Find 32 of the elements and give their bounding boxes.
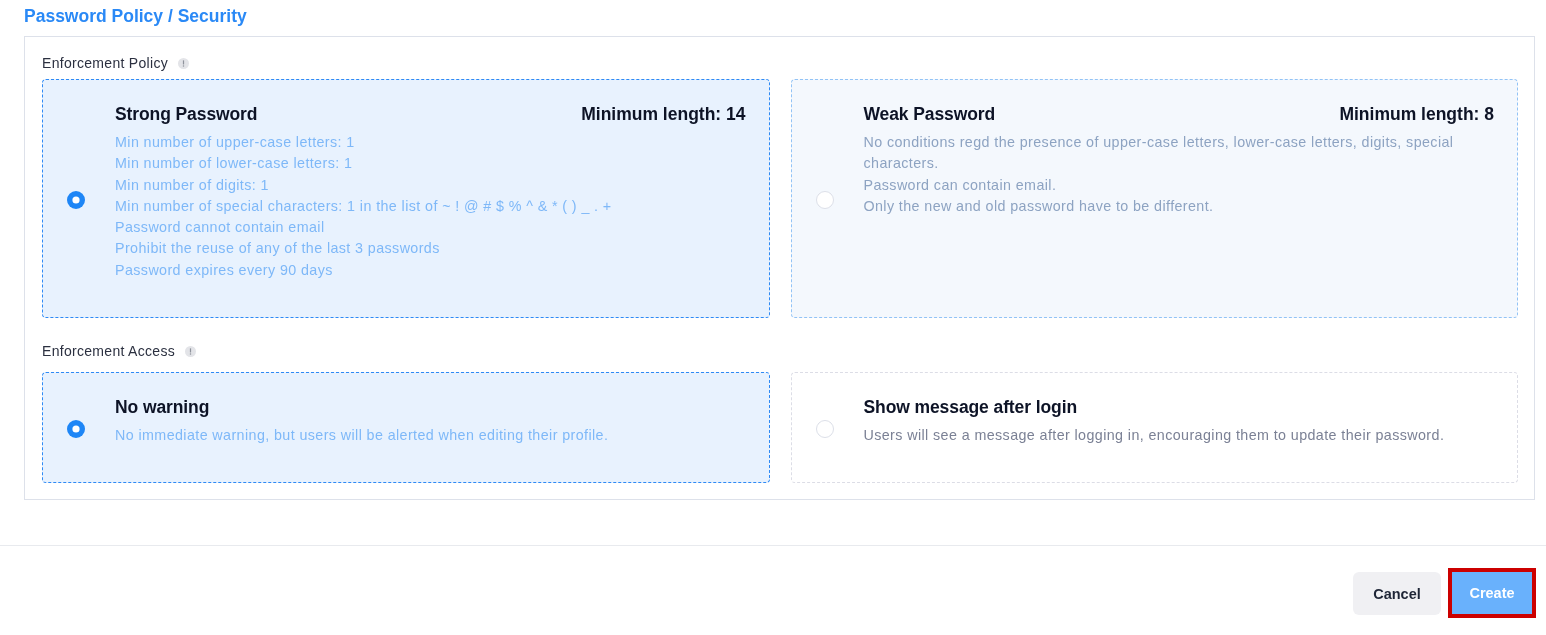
minimum-length-label: Minimum length: 8 [1339, 103, 1494, 125]
info-icon [178, 57, 189, 69]
radio-button[interactable] [67, 190, 85, 209]
requirement-text: Min number of upper-case letters: 1 [115, 133, 356, 152]
requirement-text: Users will see a message after logging in, encouraging them to update their password. [863, 426, 1446, 446]
section-label: Enforcement Policy [42, 55, 168, 71]
requirement-text: Only the new and old password have to be different. [863, 196, 1215, 216]
info-icon [185, 345, 196, 357]
option-card[interactable] [790, 79, 1518, 319]
requirement-text: Password can contain email. [863, 175, 1058, 195]
option-title: Show message after login [863, 396, 1077, 419]
option-card[interactable]: No warning No immediate warning, but users will be alerted when editing their profile. [42, 372, 770, 484]
page-title: Password Policy / Security [24, 5, 247, 27]
radio-button[interactable] [67, 419, 85, 438]
cancel-button[interactable]: Cancel [1353, 572, 1441, 616]
requirement-text: No immediate warning, but users will be alerted when editing their profile. [115, 426, 610, 446]
radio-button[interactable] [815, 419, 834, 438]
requirement-text: No conditions regd the presence of upper-case letters, lower-case letters, digits, special characters. [863, 133, 1455, 174]
requirement-text: Min number of lower-case letters: 1 [115, 154, 354, 174]
option-title: Strong Password [115, 103, 258, 125]
option-title: Weak Password [863, 103, 996, 125]
requirement-text: Min number of digits: 1 [115, 175, 270, 195]
requirement-text: Password cannot contain email [115, 218, 326, 238]
radio-button[interactable] [815, 190, 834, 209]
option-card[interactable]: Show message after login Users will see a message after logging in, encouraging them to update their password. [790, 372, 1518, 484]
minimum-length-label: Minimum length: 14 [581, 103, 746, 125]
option-title: No warning [115, 396, 210, 419]
requirement-text: Min number of special characters: 1 in the list of ~ ! @ # $ % ^ & * ( ) _ . + [115, 196, 613, 216]
option-card[interactable] [42, 79, 770, 319]
requirement-text: Prohibit the reuse of any of the last 3 passwords [115, 239, 441, 259]
requirement-text: Password expires every 90 days [115, 260, 334, 280]
section-label: Enforcement Access [42, 343, 175, 360]
